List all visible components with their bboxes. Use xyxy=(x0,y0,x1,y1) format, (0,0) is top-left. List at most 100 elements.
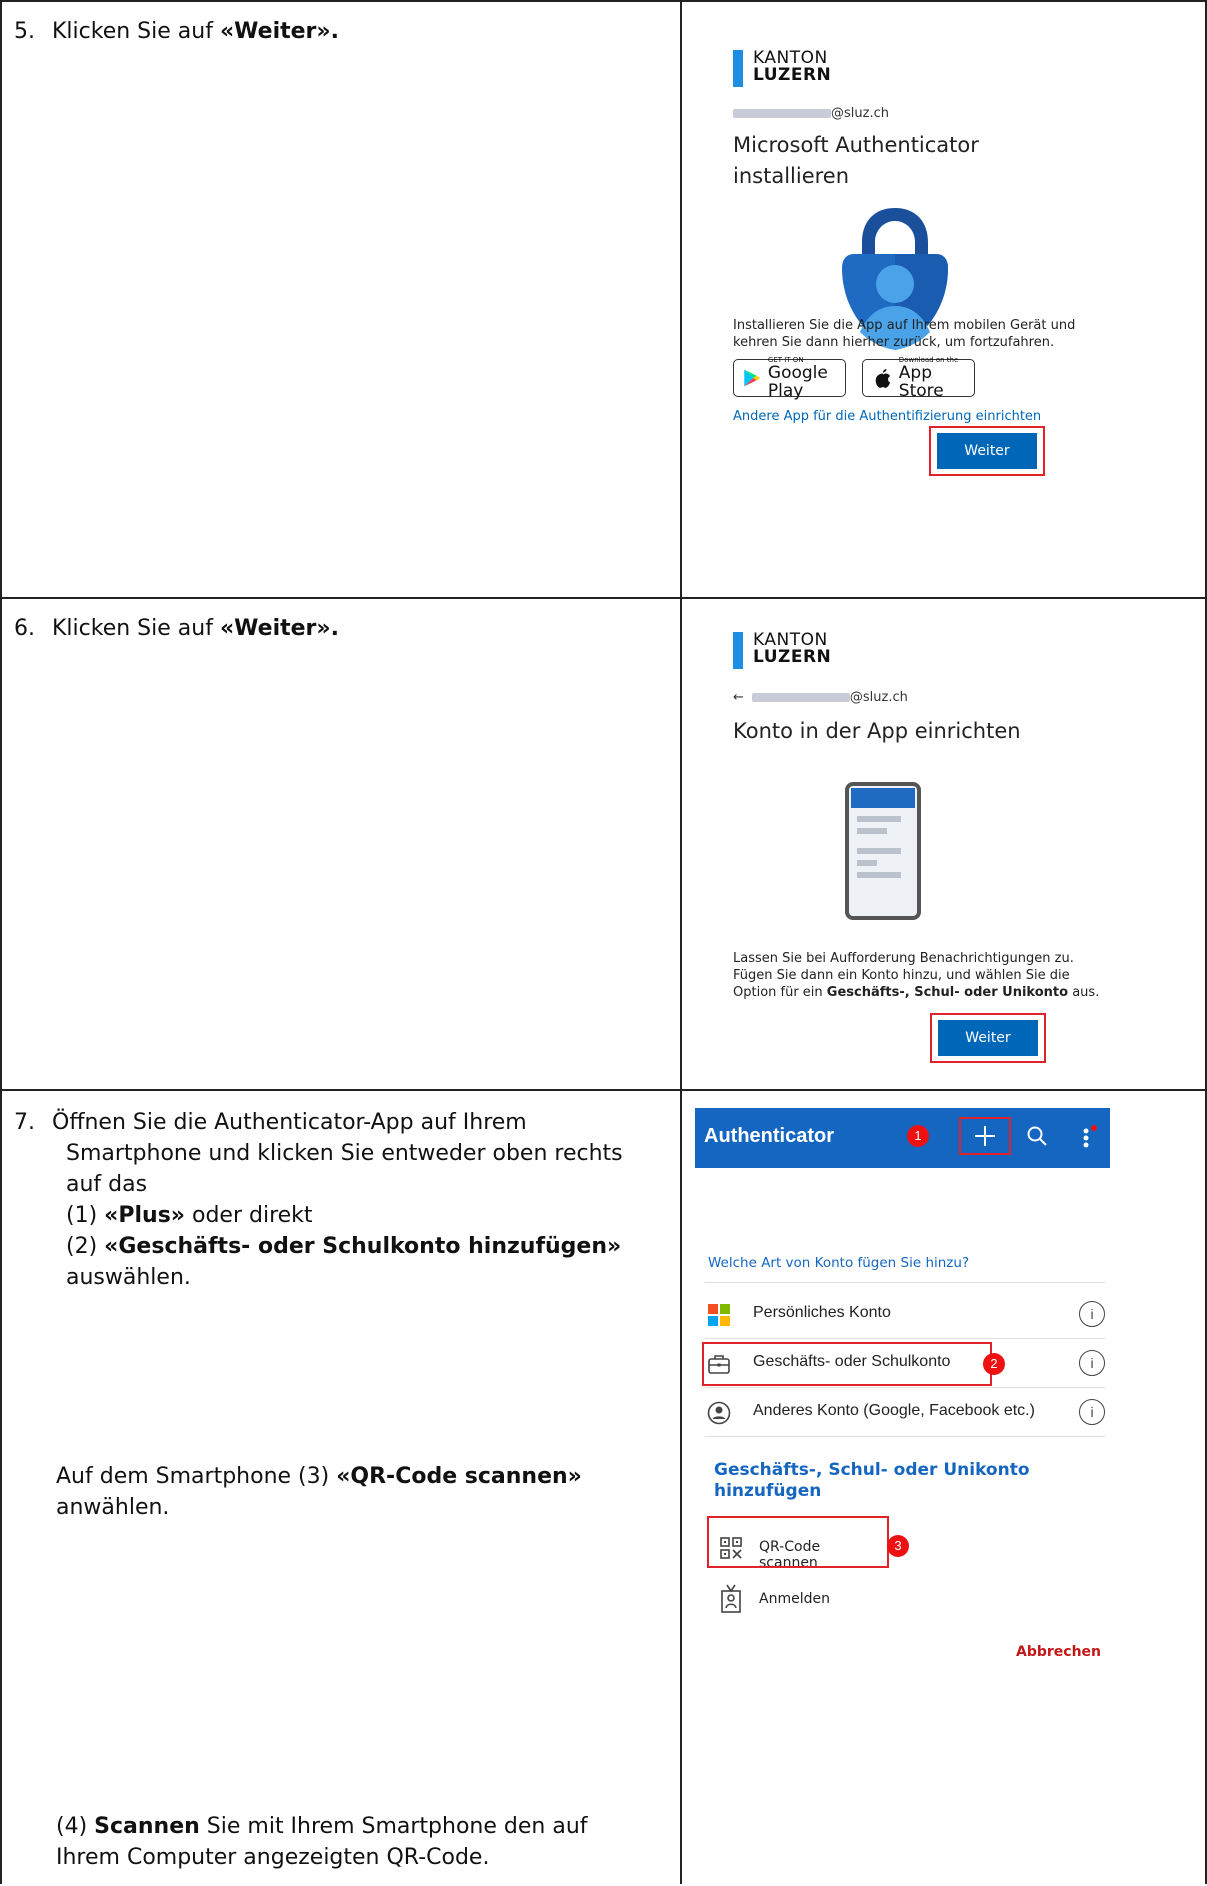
highlight-box xyxy=(702,1342,992,1386)
account-email: @sluz.ch xyxy=(733,106,889,121)
section-title: Geschäfts-, Schul- oder Unikonto hinzufü… xyxy=(714,1460,1030,1502)
highlight-box xyxy=(707,1516,889,1568)
info-icon[interactable]: i xyxy=(1079,1301,1105,1327)
account-type-question: Welche Art von Konto fügen Sie hinzu? xyxy=(708,1255,970,1271)
screenshot-setup-account: KANTON LUZERN ← @sluz.ch Konto in der App… xyxy=(690,610,1200,1082)
redacted-username xyxy=(733,109,831,118)
step-number: 7. xyxy=(14,1110,35,1135)
sign-in-option[interactable]: Anmelden xyxy=(711,1580,881,1620)
scan-post: Sie mit Ihrem Smartphone den auf xyxy=(199,1814,588,1839)
account-option-label: Anderes Konto (Google, Facebook etc.) xyxy=(753,1402,1035,1419)
app-store-label: App Store xyxy=(898,363,944,401)
account-email: ← @sluz.ch xyxy=(733,690,908,705)
step-number: 5. xyxy=(14,19,35,44)
info-icon[interactable]: i xyxy=(1079,1350,1105,1376)
instruction-table: 5. Klicken Sie auf «Weiter». KANTON LUZER… xyxy=(0,0,1207,1884)
cancel-button[interactable]: Abbrechen xyxy=(1016,1644,1101,1660)
l5-pre: (2) xyxy=(66,1234,105,1259)
install-instructions-line-1: Installieren Sie die App auf Ihrem mobil… xyxy=(733,318,1076,333)
scan-pre: (4) xyxy=(56,1814,95,1839)
title-line-1: Microsoft Authenticator xyxy=(733,133,979,157)
redacted-username xyxy=(751,693,850,702)
logo-bar xyxy=(733,50,743,87)
line-3-pre: Option für ein xyxy=(733,985,827,1000)
page-title: Microsoft Authenticator installieren xyxy=(733,130,979,192)
step-7-line-2: Smartphone und klicken Sie entweder oben… xyxy=(66,1141,623,1166)
install-instructions: Installieren Sie die App auf Ihrem mobil… xyxy=(733,317,1075,351)
app-header: Authenticator 1 xyxy=(695,1108,1110,1168)
qr-pre: Auf dem Smartphone (3) xyxy=(56,1464,337,1489)
line-3-post: aus. xyxy=(1068,985,1100,1000)
info-icon[interactable]: i xyxy=(1079,1399,1105,1425)
step-7-text: 7. Öffnen Sie die Authenticator-App auf I… xyxy=(14,1107,623,1293)
step-7-line-6: auswählen. xyxy=(66,1265,191,1290)
l4-bold: «Plus» xyxy=(104,1203,186,1228)
account-option-other[interactable]: Anderes Konto (Google, Facebook etc.) i xyxy=(705,1388,1105,1437)
google-play-icon xyxy=(744,369,761,387)
logo-line-2: LUZERN xyxy=(753,65,832,85)
apple-icon xyxy=(875,369,891,388)
back-arrow-icon[interactable]: ← xyxy=(733,690,744,705)
install-instructions-line-2: kehren Sie dann hierher zurück, um fortz… xyxy=(733,335,1055,350)
google-play-label: Google Play xyxy=(767,363,828,401)
setup-instructions-line-3: Option für ein Geschäfts-, Schul- oder U… xyxy=(733,984,1099,1001)
scan-line-2: Ihrem Computer angezeigten QR-Code. xyxy=(56,1845,490,1870)
kanton-luzern-logo: KANTON LUZERN xyxy=(733,50,831,87)
title-line-2: installieren xyxy=(733,164,850,188)
more-menu-icon[interactable] xyxy=(1080,1124,1100,1150)
table-border-left xyxy=(0,0,2,1884)
setup-instructions: Lassen Sie bei Aufforderung Benachrichti… xyxy=(733,950,1099,1001)
section-title-line-1: Geschäfts-, Schul- oder Unikonto xyxy=(714,1460,1030,1480)
l4-post: oder direkt xyxy=(185,1203,313,1228)
plus-icon[interactable] xyxy=(974,1125,996,1147)
logo-bar xyxy=(733,632,743,669)
app-store-button[interactable]: Download on the App Store xyxy=(862,356,975,401)
section-title-line-2: hinzufügen xyxy=(714,1481,822,1501)
other-auth-app-link[interactable]: Andere App für die Authentifizierung ein… xyxy=(733,409,1041,424)
setup-instructions-line-2: Fügen Sie dann ein Konto hinzu, und wähl… xyxy=(733,968,1070,983)
divider xyxy=(705,1282,1105,1283)
step-badge-3: 3 xyxy=(887,1535,909,1557)
step-number: 6. xyxy=(14,616,35,641)
id-badge-icon xyxy=(721,1584,741,1613)
step-7-line-4: (1) «Plus» oder direkt xyxy=(14,1200,623,1231)
highlight-box xyxy=(929,426,1045,476)
step-text: Klicken Sie auf xyxy=(52,616,220,641)
account-option-label: Persönliches Konto xyxy=(753,1304,891,1321)
kanton-luzern-logo: KANTON LUZERN xyxy=(733,632,831,669)
email-domain: @sluz.ch xyxy=(831,106,889,121)
microsoft-logo-icon xyxy=(708,1304,730,1326)
screenshot-install-authenticator: KANTON LUZERN @sluz.ch Microsoft Authent… xyxy=(690,10,1200,590)
step-7-line-1: Öffnen Sie die Authenticator-App auf Ihr… xyxy=(52,1110,527,1135)
step-7-qr-text: Auf dem Smartphone (3) «QR-Code scannen»… xyxy=(14,1461,582,1523)
l5-bold: «Geschäfts- oder Schulkonto hinzufügen» xyxy=(104,1234,622,1259)
logo-line-2: LUZERN xyxy=(753,647,832,667)
step-7-scan-text: (4) Scannen Sie mit Ihrem Smartphone den… xyxy=(14,1811,588,1873)
step-text: Klicken Sie auf xyxy=(52,19,220,44)
email-domain: @sluz.ch xyxy=(849,690,908,705)
step-6-text: 6. Klicken Sie auf «Weiter». xyxy=(14,613,339,644)
page-title: Konto in der App einrichten xyxy=(733,719,1021,743)
step-7-line-5: (2) «Geschäfts- oder Schulkonto hinzufüg… xyxy=(14,1231,623,1262)
sign-in-label: Anmelden xyxy=(759,1591,830,1607)
scan-bold: Scannen xyxy=(94,1814,200,1839)
highlight-box xyxy=(930,1013,1046,1063)
search-icon[interactable] xyxy=(1026,1125,1048,1147)
step-5-text: 5. Klicken Sie auf «Weiter». xyxy=(14,16,339,47)
table-column-divider xyxy=(680,0,682,1884)
account-option-personal[interactable]: Persönliches Konto i xyxy=(705,1290,1105,1339)
l4-pre: (1) xyxy=(66,1203,105,1228)
step-badge-2: 2 xyxy=(983,1353,1005,1375)
line-3-bold: Geschäfts-, Schul- oder Unikonto xyxy=(826,985,1069,1000)
phone-illustration-icon xyxy=(845,782,921,920)
person-circle-icon xyxy=(707,1401,731,1425)
qr-line-2: anwählen. xyxy=(56,1495,170,1520)
step-bold-text: «Weiter». xyxy=(219,616,339,641)
step-badge-1: 1 xyxy=(907,1125,929,1147)
google-play-button[interactable]: GET IT ON Google Play xyxy=(733,356,846,401)
step-bold-text: «Weiter». xyxy=(219,19,339,44)
setup-instructions-line-1: Lassen Sie bei Aufforderung Benachrichti… xyxy=(733,951,1074,966)
step-7-line-3: auf das xyxy=(66,1172,148,1197)
qr-bold: «QR-Code scannen» xyxy=(336,1464,582,1489)
app-title: Authenticator xyxy=(704,1125,834,1147)
